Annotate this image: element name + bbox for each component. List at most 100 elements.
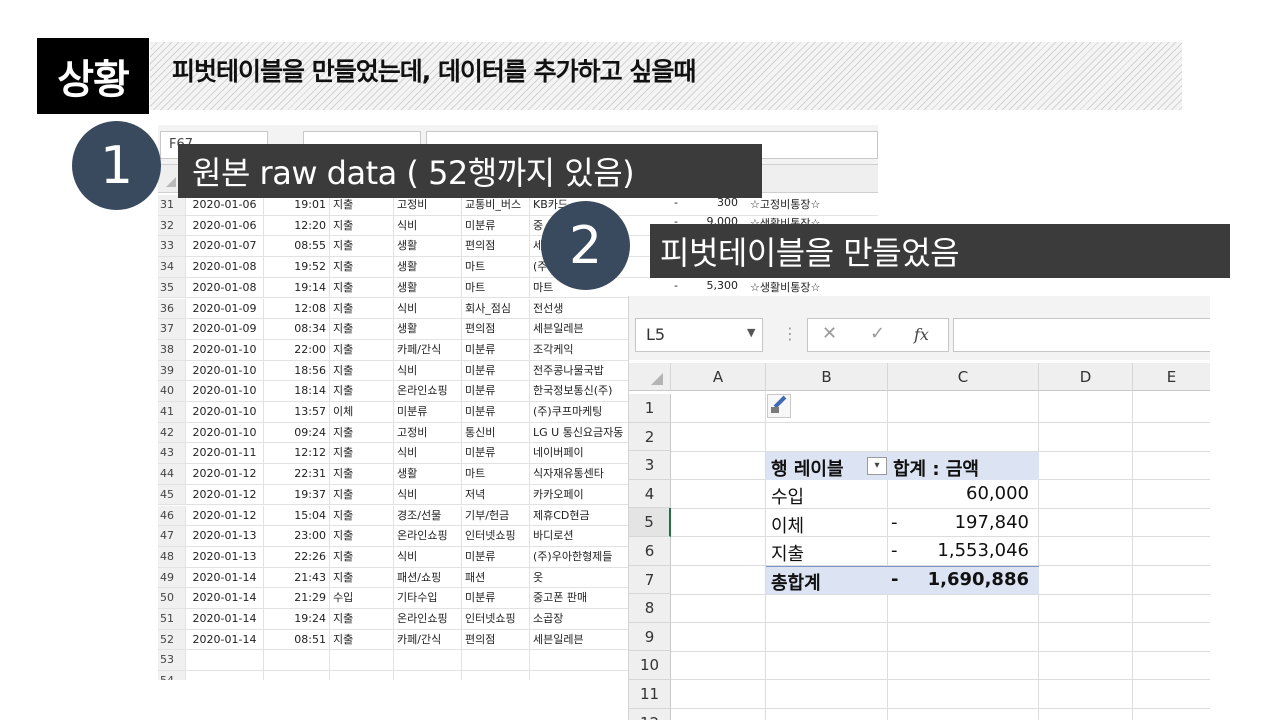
select-all-corner[interactable] (166, 177, 176, 187)
table-cell[interactable] (264, 650, 330, 672)
table-cell[interactable]: 2020-01-14 (186, 629, 264, 651)
row-number[interactable]: 44 (158, 464, 186, 485)
table-cell[interactable]: 지출 (330, 339, 394, 361)
table-cell[interactable]: 온라인쇼핑 (394, 381, 462, 402)
table-cell[interactable]: 지출 (330, 422, 394, 444)
table-cell[interactable]: 마트 (462, 277, 530, 299)
table-cell[interactable] (462, 671, 530, 680)
table-cell[interactable]: 편의점 (462, 629, 530, 651)
table-cell[interactable]: 21:43 (264, 567, 330, 589)
table-cell[interactable]: 식비 (394, 298, 462, 320)
table-cell[interactable]: 2020-01-12 (186, 484, 264, 506)
row-header-1[interactable]: 1 (629, 394, 671, 423)
table-cell[interactable]: 22:00 (264, 339, 330, 361)
row-header-9[interactable]: 9 (629, 622, 671, 652)
table-cell[interactable]: 2020-01-10 (186, 360, 264, 382)
row-header-5[interactable]: 5 (629, 508, 671, 537)
select-all-corner[interactable] (629, 363, 671, 391)
pivot-value-header[interactable]: 합계 : 금액 (893, 455, 979, 481)
table-cell[interactable]: 이체 (330, 402, 394, 423)
table-cell[interactable]: 19:37 (264, 484, 330, 506)
row-number[interactable]: 41 (158, 402, 186, 423)
table-cell[interactable]: 인터넷쇼핑 (462, 526, 530, 547)
row-number[interactable]: 52 (158, 629, 186, 651)
table-cell[interactable]: 19:52 (264, 257, 330, 278)
row-number[interactable]: 36 (158, 298, 186, 320)
enter-icon[interactable]: ✓ (870, 323, 885, 344)
table-cell[interactable] (462, 650, 530, 672)
table-cell[interactable]: 15:04 (264, 505, 330, 527)
table-cell[interactable]: 수입 (330, 588, 394, 609)
table-cell[interactable]: 2020-01-10 (186, 339, 264, 361)
table-cell[interactable] (186, 671, 264, 680)
table-cell[interactable]: 12:08 (264, 298, 330, 320)
table-cell[interactable]: 카페/간식 (394, 629, 462, 651)
table-cell[interactable]: 생활 (394, 257, 462, 278)
table-cell[interactable]: 편의점 (462, 319, 530, 340)
table-cell[interactable]: 고정비 (394, 195, 462, 216)
table-cell[interactable]: 지출 (330, 360, 394, 382)
name-box-dropdown-icon[interactable]: ▼ (747, 326, 755, 339)
name-box[interactable]: L5 (635, 318, 763, 352)
filter-dropdown-icon[interactable]: ▾ (867, 457, 887, 475)
row-number[interactable]: 48 (158, 546, 186, 568)
table-cell[interactable]: 생활 (394, 277, 462, 299)
table-cell[interactable]: 2020-01-07 (186, 236, 264, 258)
table-cell[interactable]: 2020-01-10 (186, 381, 264, 402)
table-cell[interactable]: 18:56 (264, 360, 330, 382)
row-header-12[interactable]: 12 (629, 708, 671, 720)
table-cell[interactable]: 08:51 (264, 629, 330, 651)
table-cell[interactable]: 마트 (462, 464, 530, 485)
table-cell[interactable]: 2020-01-06 (186, 195, 264, 216)
table-cell[interactable]: 22:31 (264, 464, 330, 485)
row-number[interactable]: 34 (158, 257, 186, 278)
row-number[interactable]: 53 (158, 650, 186, 672)
row-number[interactable]: 54 (158, 671, 186, 680)
row-number[interactable]: 46 (158, 505, 186, 527)
row-number[interactable]: 50 (158, 588, 186, 609)
table-cell[interactable]: 생활 (394, 319, 462, 340)
table-cell[interactable]: 지출 (330, 298, 394, 320)
column-header-b[interactable]: B (766, 363, 888, 391)
table-cell[interactable]: 2020-01-14 (186, 609, 264, 630)
table-cell[interactable]: 교통비_버스 (462, 195, 530, 216)
table-cell[interactable]: 저녁 (462, 484, 530, 506)
row-header-3[interactable]: 3 (629, 451, 671, 480)
column-header-d[interactable]: D (1039, 363, 1133, 391)
table-cell[interactable]: 미분류 (462, 443, 530, 465)
table-cell[interactable]: 2020-01-10 (186, 422, 264, 444)
row-number[interactable]: 37 (158, 319, 186, 340)
table-cell[interactable]: 카페/간식 (394, 339, 462, 361)
table-cell[interactable]: 2020-01-13 (186, 526, 264, 547)
pivot-row-label[interactable]: 지출 (771, 540, 804, 566)
row-header-4[interactable]: 4 (629, 479, 671, 509)
table-cell[interactable]: 식비 (394, 484, 462, 506)
table-cell[interactable]: 회사_점심 (462, 298, 530, 320)
row-header-11[interactable]: 11 (629, 680, 671, 709)
table-cell[interactable]: 패션 (462, 567, 530, 589)
table-cell[interactable]: 지출 (330, 567, 394, 589)
table-cell[interactable]: 지출 (330, 257, 394, 278)
table-cell[interactable]: 2020-01-10 (186, 402, 264, 423)
table-cell[interactable]: 미분류 (394, 402, 462, 423)
row-number[interactable]: 43 (158, 443, 186, 465)
row-number[interactable]: 39 (158, 360, 186, 382)
row-number[interactable]: 42 (158, 422, 186, 444)
table-cell[interactable]: 미분류 (462, 588, 530, 609)
more-options-icon[interactable]: ⋮ (782, 324, 798, 343)
table-cell[interactable]: 기부/헌금 (462, 505, 530, 527)
cancel-icon[interactable]: ✕ (822, 323, 837, 344)
table-cell[interactable] (330, 650, 394, 672)
table-cell[interactable]: 미분류 (462, 546, 530, 568)
table-cell[interactable]: 19:24 (264, 609, 330, 630)
table-cell[interactable]: 온라인쇼핑 (394, 526, 462, 547)
table-cell[interactable] (394, 671, 462, 680)
table-cell[interactable]: 미분류 (462, 215, 530, 237)
table-cell[interactable]: 2020-01-13 (186, 546, 264, 568)
table-cell[interactable]: 지출 (330, 215, 394, 237)
row-header-2[interactable]: 2 (629, 422, 671, 452)
table-cell[interactable]: 21:29 (264, 588, 330, 609)
table-cell[interactable]: 2020-01-09 (186, 298, 264, 320)
row-number[interactable]: 45 (158, 484, 186, 506)
formula-input[interactable] (953, 318, 1210, 352)
